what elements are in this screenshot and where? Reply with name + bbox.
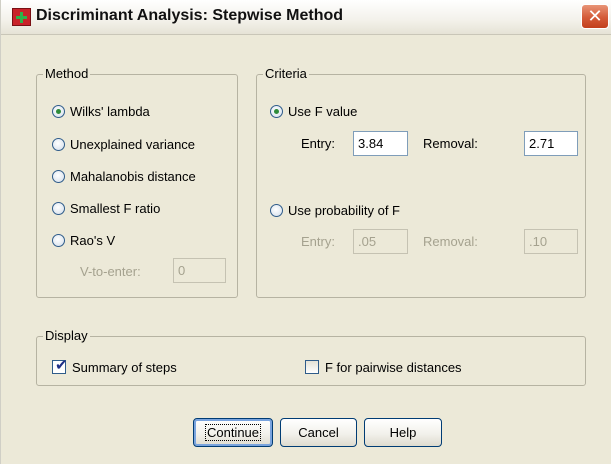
checkbox-label: Summary of steps xyxy=(72,360,177,375)
close-button[interactable]: ✕ xyxy=(581,4,609,29)
v-to-enter-label: V-to-enter: xyxy=(80,264,141,279)
radio-button-icon[interactable] xyxy=(52,170,65,183)
radio-button-icon[interactable] xyxy=(270,204,283,217)
p-removal-field[interactable]: .10 xyxy=(524,229,578,254)
radio-button-selected-icon[interactable] xyxy=(52,105,65,118)
checkbox-label: F for pairwise distances xyxy=(325,360,462,375)
criteria-group: Criteria Use F value Entry: 3.84 Removal… xyxy=(256,66,586,298)
display-group: Display ✔ Summary of steps F for pairwis… xyxy=(36,328,586,386)
radio-button-icon[interactable] xyxy=(52,138,65,151)
radio-label: Unexplained variance xyxy=(70,137,196,152)
checkbox-f-pairwise-distances[interactable]: F for pairwise distances xyxy=(305,358,535,378)
f-entry-label: Entry: xyxy=(301,136,335,151)
display-legend: Display xyxy=(43,328,90,344)
window-title: Discriminant Analysis: Stepwise Method xyxy=(36,7,344,24)
radio-label: Wilks' lambda xyxy=(70,104,150,119)
title-bar[interactable]: Discriminant Analysis: Stepwise Method ✕ xyxy=(1,0,611,35)
radio-label: Use probability of F xyxy=(288,203,400,218)
p-entry-field[interactable]: .05 xyxy=(353,229,408,254)
continue-label: Continue xyxy=(204,424,262,441)
spss-app-icon xyxy=(12,8,31,26)
radio-button-selected-icon[interactable] xyxy=(270,105,283,118)
radio-wilks-lambda[interactable]: Wilks' lambda xyxy=(52,102,232,122)
checkmark-icon: ✔ xyxy=(55,357,68,374)
radio-button-icon[interactable] xyxy=(52,234,65,247)
radio-use-probability-of-f[interactable]: Use probability of F xyxy=(270,201,490,221)
radio-label: Smallest F ratio xyxy=(70,201,161,216)
radio-use-f-value[interactable]: Use F value xyxy=(270,102,470,122)
radio-label: Mahalanobis distance xyxy=(70,169,196,184)
radio-label: Rao's V xyxy=(70,233,116,248)
cancel-button[interactable]: Cancel xyxy=(280,418,357,447)
checkbox-checked-icon[interactable]: ✔ xyxy=(52,357,68,374)
v-to-enter-field[interactable]: 0 xyxy=(173,258,226,283)
radio-unexplained-variance[interactable]: Unexplained variance xyxy=(52,135,232,155)
radio-label: Use F value xyxy=(288,104,358,119)
checkbox-summary-of-steps[interactable]: ✔ Summary of steps xyxy=(52,357,232,378)
radio-raos-v[interactable]: Rao's V xyxy=(52,231,232,251)
radio-smallest-f-ratio[interactable]: Smallest F ratio xyxy=(52,199,232,219)
help-button[interactable]: Help xyxy=(364,418,442,447)
checkbox-icon[interactable] xyxy=(305,360,319,374)
f-entry-field[interactable]: 3.84 xyxy=(353,131,408,156)
radio-button-icon[interactable] xyxy=(52,202,65,215)
method-legend: Method xyxy=(43,66,91,82)
f-removal-label: Removal: xyxy=(423,136,478,151)
close-icon: ✕ xyxy=(587,6,603,26)
f-removal-field[interactable]: 2.71 xyxy=(524,131,578,156)
dialog-window: Discriminant Analysis: Stepwise Method ✕… xyxy=(0,0,611,464)
p-removal-label: Removal: xyxy=(423,234,478,249)
method-group: Method Wilks' lambda Unexplained varianc… xyxy=(36,66,238,298)
continue-button[interactable]: Continue xyxy=(193,418,273,447)
p-entry-label: Entry: xyxy=(301,234,335,249)
criteria-legend: Criteria xyxy=(263,66,309,82)
radio-mahalanobis-distance[interactable]: Mahalanobis distance xyxy=(52,167,232,187)
